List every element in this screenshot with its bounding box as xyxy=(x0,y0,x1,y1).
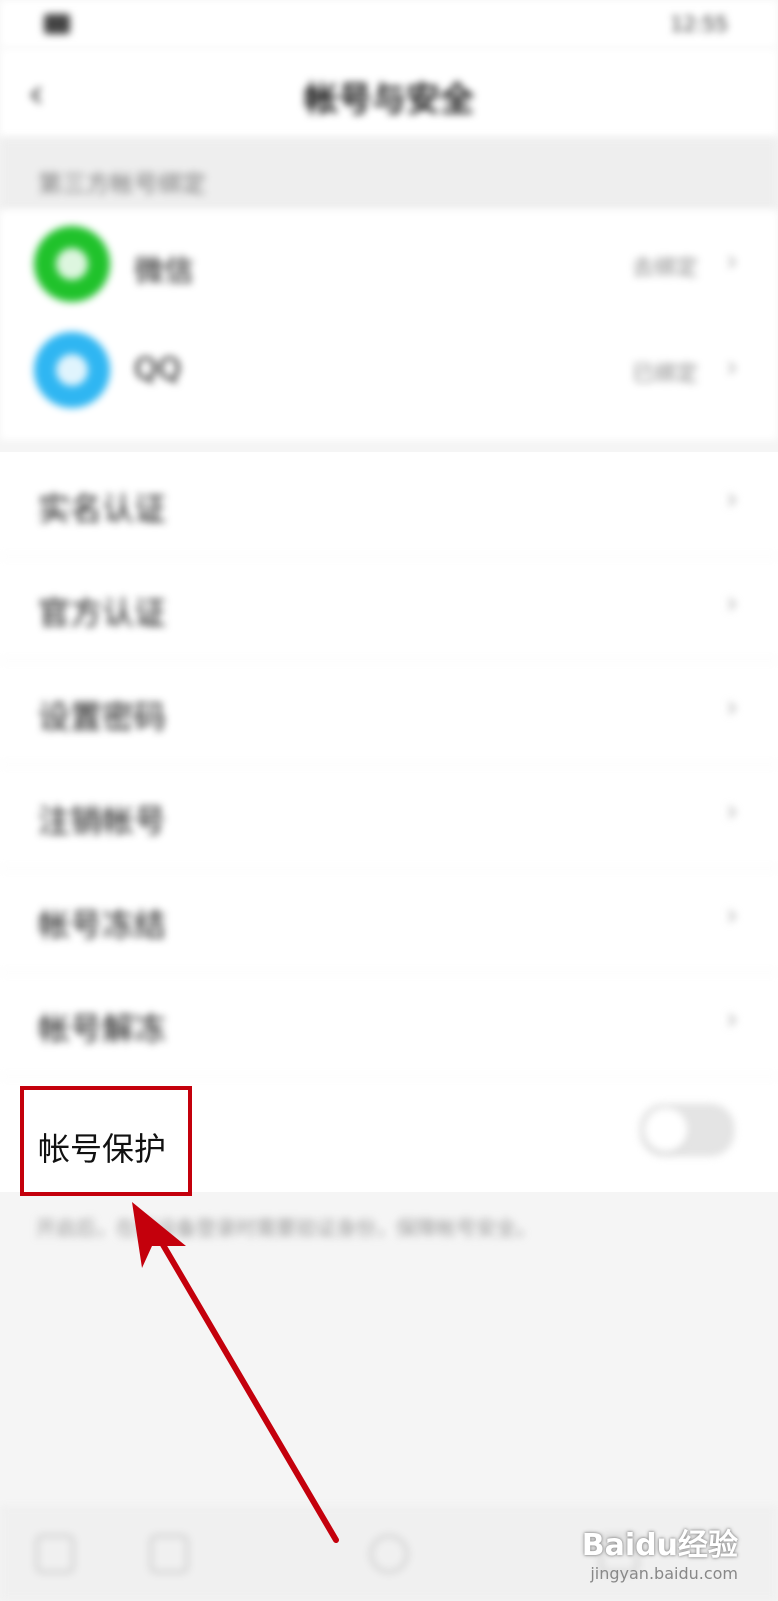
annotation-arrow xyxy=(132,1202,339,1543)
annotation-arrow-shaft xyxy=(149,1223,339,1543)
annotation-arrow-head xyxy=(132,1202,186,1268)
